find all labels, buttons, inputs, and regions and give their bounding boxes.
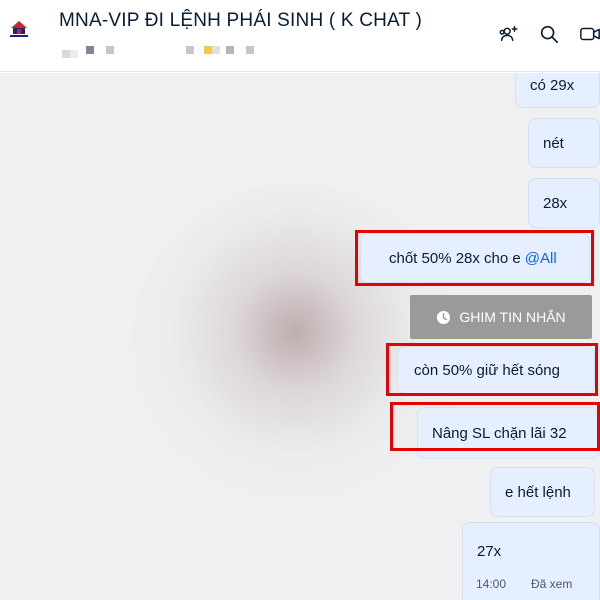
message-bubble[interactable]: e hết lệnh — [490, 467, 595, 517]
message-text: chốt 50% 28x cho e — [389, 249, 521, 267]
group-avatar[interactable] — [6, 16, 32, 42]
group-logo-icon — [10, 21, 28, 37]
message-time: 14:00 — [476, 577, 507, 591]
chat-header: MNA-VIP ĐI LỆNH PHÁI SINH ( K CHAT ) — [0, 0, 600, 72]
message-text: còn 50% giữ hết sóng — [414, 361, 560, 379]
search-icon[interactable] — [537, 22, 561, 46]
group-add-icon[interactable] — [497, 22, 521, 46]
pin-message-button[interactable]: GHIM TIN NHẮN — [410, 295, 592, 339]
message-bubble[interactable]: Nâng SL chặn lãi 32 — [417, 407, 600, 459]
message-text: e hết lệnh — [505, 483, 571, 501]
message-text: nét — [543, 134, 564, 152]
message-text: có 29x — [530, 76, 575, 94]
message-text: 28x — [543, 194, 568, 212]
message-text: Nâng SL chặn lãi 32 — [432, 424, 567, 442]
video-call-icon[interactable] — [578, 22, 600, 46]
message-list[interactable]: có 29x nét 28x chốt 50% 28x cho e @All G… — [0, 73, 600, 600]
message-bubble[interactable]: nét — [528, 118, 600, 168]
message-bubble[interactable]: còn 50% giữ hết sóng — [397, 346, 595, 394]
message-bubble[interactable]: 28x — [528, 178, 600, 228]
censored-member-info — [60, 44, 280, 62]
clock-icon — [437, 310, 451, 324]
chat-title[interactable]: MNA-VIP ĐI LỆNH PHÁI SINH ( K CHAT ) — [59, 10, 422, 32]
message-text: 27x — [477, 543, 502, 560]
message-bubble[interactable]: có 29x — [515, 73, 600, 108]
message-bubble[interactable]: chốt 50% 28x cho e @All — [360, 233, 590, 283]
seen-status: Đã xem — [531, 577, 573, 591]
mention-all[interactable]: @All — [525, 250, 557, 267]
pin-message-label: GHIM TIN NHẮN — [459, 309, 566, 325]
